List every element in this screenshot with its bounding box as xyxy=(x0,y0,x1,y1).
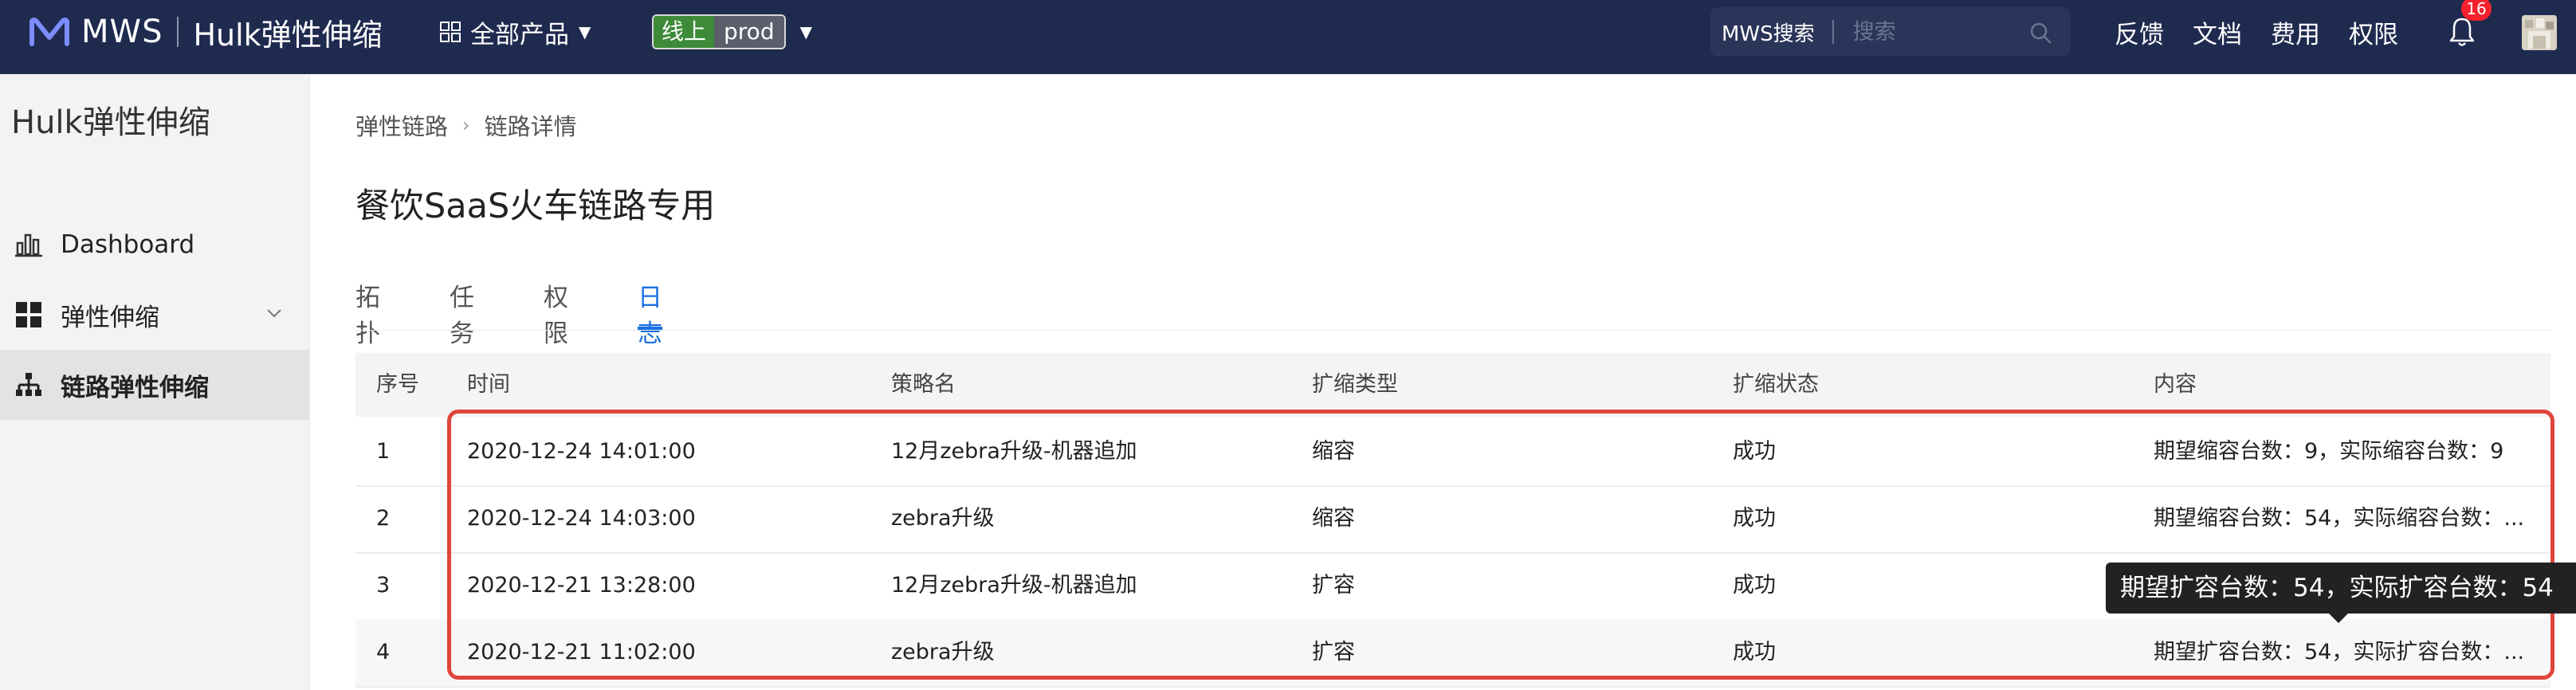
cell-status: 成功 xyxy=(1733,506,1776,531)
column-header-index: 序号 xyxy=(376,372,419,397)
sitemap-icon xyxy=(16,373,41,396)
grid-icon xyxy=(440,22,461,42)
brand[interactable]: MWS Hulk弹性伸缩 xyxy=(29,0,383,64)
avatar-image xyxy=(2522,15,2557,50)
nav-billing-link[interactable]: 费用 xyxy=(2271,14,2320,50)
all-products-label: 全部产品 xyxy=(470,20,569,49)
mws-search-box: MWS搜索 xyxy=(1710,7,2071,57)
sidebar-item-label: Dashboard xyxy=(61,230,195,259)
cell-content: 期望缩容台数：9，实际缩容台数：9 xyxy=(2154,439,2504,464)
column-header-policy: 策略名 xyxy=(891,372,956,397)
cell-policy: 12月zebra升级-机器追加 xyxy=(891,573,1137,598)
chevron-right-icon: › xyxy=(462,114,470,136)
column-header-content: 内容 xyxy=(2154,372,2197,397)
sidebar-item-chain-scaling[interactable]: 链路弹性伸缩 xyxy=(0,350,309,420)
cell-time: 2020-12-21 11:02:00 xyxy=(467,640,696,665)
caret-down-icon: ▼ xyxy=(579,22,591,41)
cell-index: 2 xyxy=(376,506,391,531)
tooltip-arrow xyxy=(2329,614,2348,623)
cell-index: 1 xyxy=(376,439,391,464)
search-scope-label: MWS搜索 xyxy=(1722,22,1815,46)
cell-policy: 12月zebra升级-机器追加 xyxy=(891,439,1137,464)
search-divider xyxy=(1832,20,1834,44)
tab-topology[interactable]: 拓扑 xyxy=(355,277,380,348)
chevron-down-icon xyxy=(267,309,281,318)
breadcrumb-parent-link[interactable]: 弹性链路 xyxy=(355,108,448,142)
search-input[interactable] xyxy=(1851,18,2014,45)
cell-type: 缩容 xyxy=(1312,506,1355,531)
table-row[interactable]: 1 2020-12-24 14:01:00 12月zebra升级-机器追加 缩容… xyxy=(355,418,2550,487)
cell-time: 2020-12-24 14:01:00 xyxy=(467,439,696,464)
sidebar-item-dashboard[interactable]: Dashboard xyxy=(0,210,309,280)
cell-policy: zebra升级 xyxy=(891,506,995,531)
nav-permission-link[interactable]: 权限 xyxy=(2349,14,2398,50)
column-header-type: 扩缩类型 xyxy=(1312,372,1398,397)
tab-permissions[interactable]: 权限 xyxy=(544,277,568,348)
page-title: 餐饮SaaS火车链路专用 xyxy=(355,186,716,226)
tab-tasks[interactable]: 任务 xyxy=(450,277,474,348)
breadcrumb: 弹性链路 › 链路详情 xyxy=(355,108,577,142)
mws-logo-icon xyxy=(29,18,69,46)
top-nav-links: 反馈 文档 费用 权限 xyxy=(2115,0,2427,64)
breadcrumb-current: 链路详情 xyxy=(484,113,577,140)
env-badge: 线上 prod xyxy=(652,14,786,49)
cell-content: 期望缩容台数：54，实际缩容台数：... xyxy=(2154,506,2525,531)
search-icon[interactable] xyxy=(2029,22,2052,44)
cell-type: 扩容 xyxy=(1312,640,1355,665)
env-online-label: 线上 xyxy=(654,16,715,48)
all-products-menu[interactable]: 全部产品 ▼ xyxy=(440,0,591,64)
sidebar-item-label: 弹性伸缩 xyxy=(61,303,159,332)
cell-time: 2020-12-24 14:03:00 xyxy=(467,506,696,531)
table-header: 序号 时间 策略名 扩缩类型 扩缩状态 内容 xyxy=(355,353,2550,417)
column-header-status: 扩缩状态 xyxy=(1733,372,1819,397)
avatar[interactable] xyxy=(2522,15,2557,50)
table-row[interactable]: 4 2020-12-21 11:02:00 zebra升级 扩容 成功 期望扩容… xyxy=(355,619,2550,688)
cell-type: 缩容 xyxy=(1312,439,1355,464)
cell-status: 成功 xyxy=(1733,573,1776,598)
grid-icon xyxy=(16,302,41,327)
cell-time: 2020-12-21 13:28:00 xyxy=(467,573,696,598)
brand-name: MWS xyxy=(81,14,163,50)
sidebar: Hulk弹性伸缩 Dashboard 弹性伸缩 链路弹性伸缩 xyxy=(0,74,310,690)
cell-content: 期望扩容台数：54，实际扩容台数：... xyxy=(2154,640,2525,665)
cell-index: 4 xyxy=(376,640,391,665)
notification-badge: 16 xyxy=(2461,0,2492,21)
nav-docs-link[interactable]: 文档 xyxy=(2193,14,2242,50)
nav-feedback-link[interactable]: 反馈 xyxy=(2115,14,2164,50)
top-navigation-bar: MWS Hulk弹性伸缩 全部产品 ▼ 线上 prod ▼ MWS搜索 反馈 文… xyxy=(0,0,2576,74)
caret-down-icon: ▼ xyxy=(799,22,812,41)
tab-divider xyxy=(355,330,2550,331)
brand-divider xyxy=(177,17,179,47)
bell-icon[interactable] xyxy=(2448,16,2476,48)
column-header-time: 时间 xyxy=(467,372,510,397)
sidebar-item-elastic-scaling[interactable]: 弹性伸缩 xyxy=(0,280,309,350)
cell-type: 扩容 xyxy=(1312,573,1355,598)
tab-logs[interactable]: 日志 xyxy=(638,277,662,348)
bar-chart-icon xyxy=(15,233,42,257)
table-row[interactable]: 2 2020-12-24 14:03:00 zebra升级 缩容 成功 期望缩容… xyxy=(355,485,2550,554)
environment-selector[interactable]: 线上 prod ▼ xyxy=(652,14,812,49)
cell-policy: zebra升级 xyxy=(891,640,995,665)
product-name: Hulk弹性伸缩 xyxy=(193,17,383,53)
sidebar-item-label: 链路弹性伸缩 xyxy=(61,373,209,402)
cell-status: 成功 xyxy=(1733,439,1776,464)
cell-status: 成功 xyxy=(1733,640,1776,665)
content-tooltip: 期望扩容台数：54，实际扩容台数：54 xyxy=(2106,563,2576,614)
sidebar-title: Hulk弹性伸缩 xyxy=(11,104,210,141)
cell-index: 3 xyxy=(376,573,391,598)
env-prod-label: prod xyxy=(714,16,784,48)
